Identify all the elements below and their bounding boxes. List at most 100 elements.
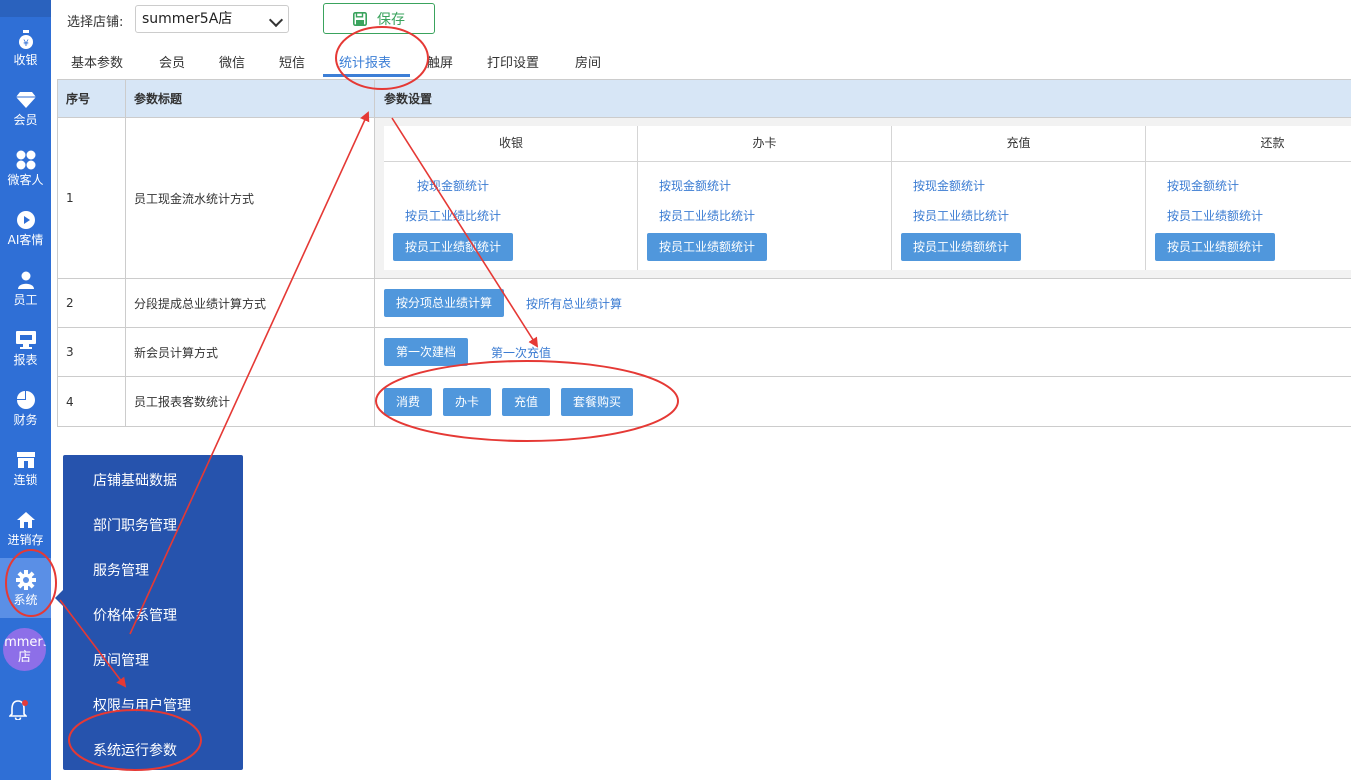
option-link[interactable]: 按现金额统计 xyxy=(913,177,985,194)
subcol-recharge: 充值 按现金额统计 按员工业绩比统计 按员工业绩额统计 xyxy=(891,126,1145,270)
store-select-value: summer5A店 xyxy=(142,11,233,27)
subcol-cashier: 收银 按现金额统计 按员工业绩比统计 按员工业绩额统计 xyxy=(384,126,638,270)
row-title: 员工报表客数统计 xyxy=(125,377,374,426)
tab-wechat[interactable]: 微信 xyxy=(219,52,245,71)
avatar[interactable]: summer5A店 xyxy=(3,628,46,671)
row-no: 4 xyxy=(57,377,125,426)
option-link[interactable]: 按现金额统计 xyxy=(1167,177,1239,194)
option-button-selected[interactable]: 按员工业绩额统计 xyxy=(647,233,768,261)
row-setting: 收银 按现金额统计 按员工业绩比统计 按员工业绩额统计 办卡 按现金额统计 按员… xyxy=(374,118,1351,278)
pie-chart-icon xyxy=(0,390,51,410)
sidebar-item-finance[interactable]: 财务 xyxy=(0,378,51,438)
sidebar-item-member[interactable]: 会员 xyxy=(0,78,51,138)
table-row: 1 员工现金流水统计方式 收银 按现金额统计 按员工业绩比统计 按员工业绩额统计… xyxy=(57,118,1351,279)
sidebar: ¥ 收银 会员 微客人 AI客情 员工 报表 财务 连锁 进销存 系统 mmer… xyxy=(0,0,51,780)
option-button-selected[interactable]: 按员工业绩额统计 xyxy=(1155,233,1276,261)
subcol-head: 还款 xyxy=(1146,126,1351,162)
row-no: 3 xyxy=(57,328,125,376)
gear-icon xyxy=(0,570,51,590)
tab-statistics[interactable]: 统计报表 xyxy=(339,52,391,71)
option-link[interactable]: 按现金额统计 xyxy=(417,177,489,194)
sidebar-item-label: 系统 xyxy=(13,593,38,607)
sidebar-item-staff[interactable]: 员工 xyxy=(0,258,51,318)
diamond-icon xyxy=(0,90,51,110)
flyout-item-room[interactable]: 房间管理 xyxy=(93,650,149,670)
table-row: 4 员工报表客数统计 消费 办卡 充值 套餐购买 xyxy=(57,377,1351,427)
tab-room[interactable]: 房间 xyxy=(575,52,601,71)
subcol-head: 充值 xyxy=(892,126,1145,162)
row-title: 分段提成总业绩计算方式 xyxy=(125,279,374,327)
option-link[interactable]: 第一次充值 xyxy=(491,344,551,361)
tab-basic[interactable]: 基本参数 xyxy=(71,52,123,71)
sidebar-item-chain[interactable]: 连锁 xyxy=(0,438,51,498)
subcol-card: 办卡 按现金额统计 按员工业绩比统计 按员工业绩额统计 xyxy=(637,126,891,270)
sidebar-top-strip xyxy=(0,0,51,17)
house-icon xyxy=(0,510,51,530)
sidebar-item-label: 连锁 xyxy=(13,473,38,487)
money-bag-icon: ¥ xyxy=(0,30,51,50)
sidebar-item-system[interactable]: 系统 xyxy=(0,558,51,618)
option-button-selected[interactable]: 按员工业绩额统计 xyxy=(901,233,1022,261)
option-button-selected[interactable]: 按分项总业绩计算 xyxy=(384,289,505,317)
option-button-selected[interactable]: 按员工业绩额统计 xyxy=(393,233,514,261)
bell-icon[interactable] xyxy=(8,700,29,722)
option-button-selected[interactable]: 套餐购买 xyxy=(561,387,634,416)
row-no: 2 xyxy=(57,279,125,327)
floppy-disk-icon xyxy=(353,11,367,26)
flyout-item-permission[interactable]: 权限与用户管理 xyxy=(93,695,191,715)
store-select[interactable]: summer5A店 xyxy=(135,5,289,33)
row-no: 1 xyxy=(57,118,125,278)
flyout-pointer xyxy=(55,590,63,606)
sidebar-item-inventory[interactable]: 进销存 xyxy=(0,498,51,558)
option-button-selected[interactable]: 办卡 xyxy=(443,387,492,416)
flyout-item-system-params[interactable]: 系统运行参数 xyxy=(93,740,177,760)
tab-touchscreen[interactable]: 触屏 xyxy=(427,52,453,71)
flyout-item-store-data[interactable]: 店铺基础数据 xyxy=(93,470,177,490)
sidebar-item-label: 财务 xyxy=(13,413,38,427)
flyout-item-department[interactable]: 部门职务管理 xyxy=(93,515,177,535)
option-link[interactable]: 按员工业绩比统计 xyxy=(659,207,755,224)
store-icon xyxy=(0,450,51,470)
active-tab-indicator xyxy=(323,74,410,77)
play-circle-icon xyxy=(0,210,51,230)
params-table: 序号 参数标题 参数设置 1 员工现金流水统计方式 收银 按现金额统计 按员工业… xyxy=(57,79,1351,427)
row-setting: 消费 办卡 充值 套餐购买 xyxy=(374,377,1351,426)
tab-sms[interactable]: 短信 xyxy=(279,52,305,71)
table-row: 3 新会员计算方式 第一次建档 第一次充值 xyxy=(57,328,1351,377)
header-title: 参数标题 xyxy=(125,80,374,117)
option-link[interactable]: 按员工业绩比统计 xyxy=(405,207,501,224)
subcol-head: 办卡 xyxy=(638,126,891,162)
option-link[interactable]: 按员工业绩额统计 xyxy=(1167,207,1263,224)
tab-member[interactable]: 会员 xyxy=(159,52,185,71)
header-setting: 参数设置 xyxy=(374,80,1351,117)
option-link[interactable]: 按所有总业绩计算 xyxy=(526,295,622,312)
tab-print[interactable]: 打印设置 xyxy=(487,52,539,71)
sidebar-item-report[interactable]: 报表 xyxy=(0,318,51,378)
save-button[interactable]: 保存 xyxy=(323,3,435,34)
flyout-item-pricing[interactable]: 价格体系管理 xyxy=(93,605,177,625)
sub-table: 收银 按现金额统计 按员工业绩比统计 按员工业绩额统计 办卡 按现金额统计 按员… xyxy=(384,126,1351,270)
notification-dot xyxy=(22,700,28,706)
table-header: 序号 参数标题 参数设置 xyxy=(57,80,1351,118)
person-icon xyxy=(0,270,51,290)
row-setting: 第一次建档 第一次充值 xyxy=(374,328,1351,376)
sidebar-item-label: 进销存 xyxy=(7,533,44,547)
option-button-selected[interactable]: 第一次建档 xyxy=(384,338,469,366)
row-title: 新会员计算方式 xyxy=(125,328,374,376)
subcol-head: 收银 xyxy=(384,126,638,162)
avatar-text: summer5A店 xyxy=(3,634,46,665)
sidebar-item-label: 员工 xyxy=(13,293,38,307)
option-link[interactable]: 按员工业绩比统计 xyxy=(913,207,1009,224)
clover-icon xyxy=(0,150,51,170)
row-title: 员工现金流水统计方式 xyxy=(125,118,374,278)
option-button-selected[interactable]: 充值 xyxy=(502,387,551,416)
sidebar-item-wechat-guest[interactable]: 微客人 xyxy=(0,138,51,198)
sidebar-item-cashier[interactable]: ¥ 收银 xyxy=(0,18,51,78)
sidebar-item-ai[interactable]: AI客情 xyxy=(0,198,51,258)
system-flyout-menu: 店铺基础数据 部门职务管理 服务管理 价格体系管理 房间管理 权限与用户管理 系… xyxy=(63,455,243,770)
option-link[interactable]: 按现金额统计 xyxy=(659,177,731,194)
option-button-selected[interactable]: 消费 xyxy=(384,387,433,416)
sidebar-item-label: 会员 xyxy=(13,113,38,127)
store-select-label: 选择店铺: xyxy=(67,15,124,30)
flyout-item-service[interactable]: 服务管理 xyxy=(93,560,149,580)
